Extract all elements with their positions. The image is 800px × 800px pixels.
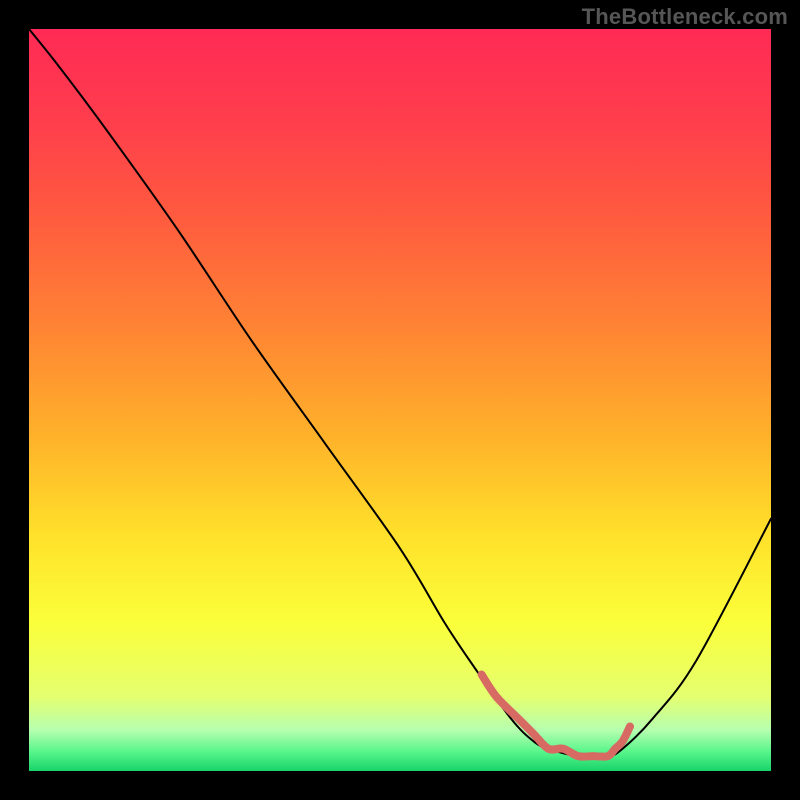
watermark-text: TheBottleneck.com	[582, 4, 788, 30]
chart-background	[29, 29, 771, 771]
plot-area	[29, 29, 771, 771]
chart-svg	[29, 29, 771, 771]
